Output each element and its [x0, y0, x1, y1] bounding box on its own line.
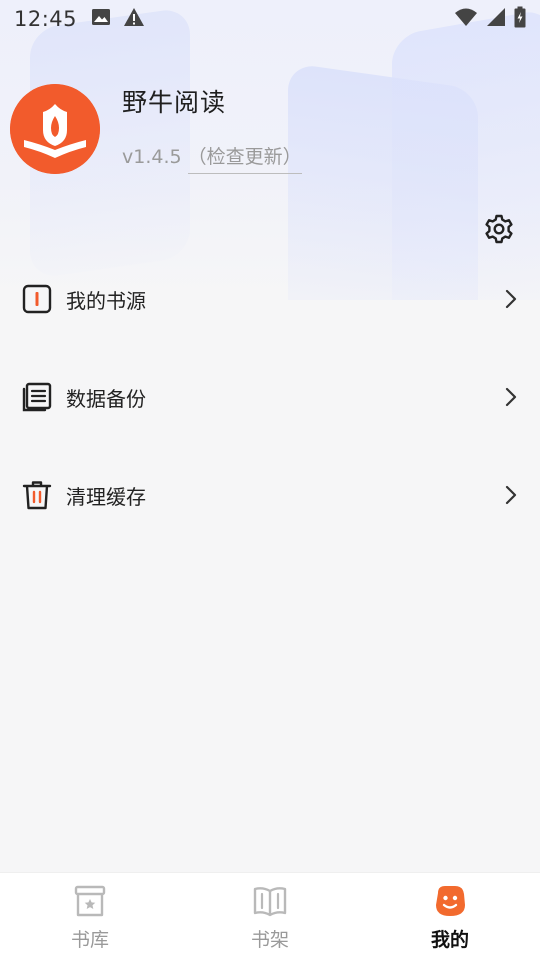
check-update-link[interactable]: （检查更新） [187, 142, 302, 174]
settings-button[interactable] [482, 212, 516, 246]
backup-icon [20, 380, 54, 414]
chevron-right-icon [502, 287, 520, 311]
tab-label: 我的 [430, 929, 469, 951]
trash-icon [20, 478, 54, 512]
wifi-icon [454, 7, 478, 32]
menu-item-label: 数据备份 [66, 386, 146, 411]
menu-list: 我的书源 数据备份 清理缓存 [0, 250, 540, 544]
tab-label: 书架 [250, 929, 289, 951]
warning-icon [123, 7, 145, 32]
chevron-right-icon [502, 483, 520, 507]
menu-item-label: 清理缓存 [66, 484, 146, 509]
signal-icon [486, 7, 506, 32]
status-time: 12:45 [14, 7, 78, 31]
tab-bookshelf[interactable]: 书架 [180, 873, 360, 960]
book-source-icon [20, 282, 54, 316]
version-row: v1.4.5 （检查更新） [122, 142, 302, 174]
image-icon [91, 7, 111, 32]
chevron-right-icon [502, 385, 520, 409]
menu-item-label: 我的书源 [66, 288, 146, 313]
gear-icon [485, 214, 513, 244]
flame-book-logo [10, 84, 100, 174]
mine-icon [432, 883, 468, 919]
battery-icon [514, 6, 526, 33]
menu-item-clear-cache[interactable]: 清理缓存 [0, 446, 540, 544]
tab-mine[interactable]: 我的 [360, 873, 540, 960]
version-text: v1.4.5 [122, 146, 182, 168]
bottom-navigation: 书库 书架 我的 [0, 872, 540, 960]
tab-library[interactable]: 书库 [0, 873, 180, 960]
bookshelf-icon [252, 883, 288, 919]
menu-item-book-source[interactable]: 我的书源 [0, 250, 540, 348]
menu-item-data-backup[interactable]: 数据备份 [0, 348, 540, 446]
app-logo-avatar [10, 84, 100, 174]
app-name: 野牛阅读 [122, 88, 227, 117]
library-icon [72, 883, 108, 919]
status-bar: 12:45 [0, 0, 540, 38]
tab-label: 书库 [70, 929, 109, 951]
